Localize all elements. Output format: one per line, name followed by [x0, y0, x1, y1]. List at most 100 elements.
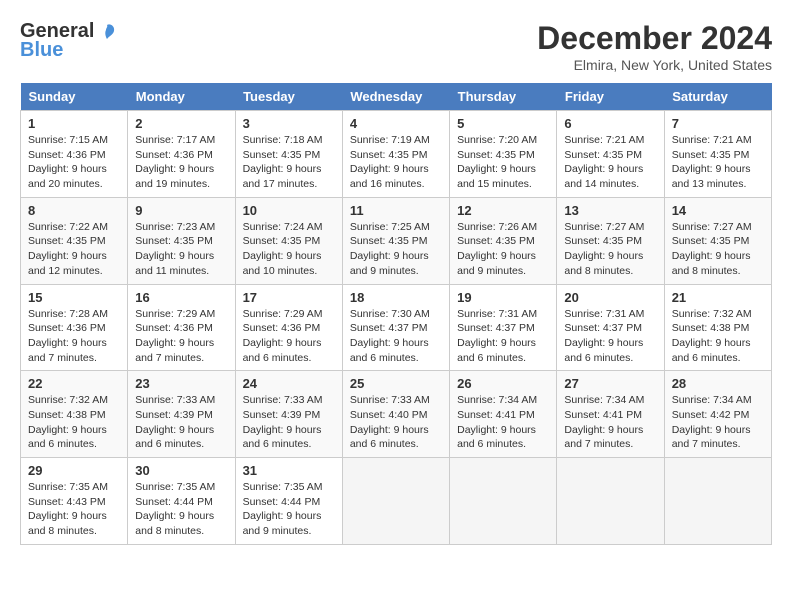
col-thursday: Thursday [450, 83, 557, 111]
day-info: Sunrise: 7:31 AM Sunset: 4:37 PM Dayligh… [564, 307, 656, 366]
day-info: Sunrise: 7:32 AM Sunset: 4:38 PM Dayligh… [28, 393, 120, 452]
calendar-cell: 27 Sunrise: 7:34 AM Sunset: 4:41 PM Dayl… [557, 371, 664, 458]
day-number: 6 [564, 116, 656, 131]
calendar-cell: 29 Sunrise: 7:35 AM Sunset: 4:43 PM Dayl… [21, 458, 128, 545]
calendar-cell: 15 Sunrise: 7:28 AM Sunset: 4:36 PM Dayl… [21, 284, 128, 371]
day-info: Sunrise: 7:28 AM Sunset: 4:36 PM Dayligh… [28, 307, 120, 366]
day-number: 20 [564, 290, 656, 305]
col-tuesday: Tuesday [235, 83, 342, 111]
day-number: 12 [457, 203, 549, 218]
col-friday: Friday [557, 83, 664, 111]
day-number: 11 [350, 203, 442, 218]
day-info: Sunrise: 7:31 AM Sunset: 4:37 PM Dayligh… [457, 307, 549, 366]
day-number: 23 [135, 376, 227, 391]
day-number: 30 [135, 463, 227, 478]
week-row-1: 1 Sunrise: 7:15 AM Sunset: 4:36 PM Dayli… [21, 111, 772, 198]
day-info: Sunrise: 7:17 AM Sunset: 4:36 PM Dayligh… [135, 133, 227, 192]
day-info: Sunrise: 7:34 AM Sunset: 4:42 PM Dayligh… [672, 393, 764, 452]
week-row-4: 22 Sunrise: 7:32 AM Sunset: 4:38 PM Dayl… [21, 371, 772, 458]
calendar-cell: 11 Sunrise: 7:25 AM Sunset: 4:35 PM Dayl… [342, 197, 449, 284]
day-info: Sunrise: 7:34 AM Sunset: 4:41 PM Dayligh… [457, 393, 549, 452]
calendar-table: Sunday Monday Tuesday Wednesday Thursday… [20, 83, 772, 545]
calendar-cell: 23 Sunrise: 7:33 AM Sunset: 4:39 PM Dayl… [128, 371, 235, 458]
day-info: Sunrise: 7:22 AM Sunset: 4:35 PM Dayligh… [28, 220, 120, 279]
day-number: 17 [243, 290, 335, 305]
day-info: Sunrise: 7:33 AM Sunset: 4:40 PM Dayligh… [350, 393, 442, 452]
day-info: Sunrise: 7:20 AM Sunset: 4:35 PM Dayligh… [457, 133, 549, 192]
day-info: Sunrise: 7:21 AM Sunset: 4:35 PM Dayligh… [672, 133, 764, 192]
calendar-cell: 28 Sunrise: 7:34 AM Sunset: 4:42 PM Dayl… [664, 371, 771, 458]
day-info: Sunrise: 7:25 AM Sunset: 4:35 PM Dayligh… [350, 220, 442, 279]
calendar-cell: 2 Sunrise: 7:17 AM Sunset: 4:36 PM Dayli… [128, 111, 235, 198]
day-number: 24 [243, 376, 335, 391]
calendar-cell [664, 458, 771, 545]
day-info: Sunrise: 7:15 AM Sunset: 4:36 PM Dayligh… [28, 133, 120, 192]
week-row-3: 15 Sunrise: 7:28 AM Sunset: 4:36 PM Dayl… [21, 284, 772, 371]
calendar-cell [450, 458, 557, 545]
logo-blue: Blue [20, 39, 63, 62]
calendar-cell [557, 458, 664, 545]
header: General Blue December 2024 Elmira, New Y… [20, 20, 772, 73]
day-number: 16 [135, 290, 227, 305]
day-number: 25 [350, 376, 442, 391]
day-number: 29 [28, 463, 120, 478]
day-number: 13 [564, 203, 656, 218]
location: Elmira, New York, United States [537, 57, 772, 73]
day-info: Sunrise: 7:29 AM Sunset: 4:36 PM Dayligh… [135, 307, 227, 366]
calendar-cell: 30 Sunrise: 7:35 AM Sunset: 4:44 PM Dayl… [128, 458, 235, 545]
calendar-cell: 12 Sunrise: 7:26 AM Sunset: 4:35 PM Dayl… [450, 197, 557, 284]
calendar-cell: 8 Sunrise: 7:22 AM Sunset: 4:35 PM Dayli… [21, 197, 128, 284]
calendar-cell: 10 Sunrise: 7:24 AM Sunset: 4:35 PM Dayl… [235, 197, 342, 284]
day-info: Sunrise: 7:34 AM Sunset: 4:41 PM Dayligh… [564, 393, 656, 452]
calendar-cell: 17 Sunrise: 7:29 AM Sunset: 4:36 PM Dayl… [235, 284, 342, 371]
calendar-cell: 31 Sunrise: 7:35 AM Sunset: 4:44 PM Dayl… [235, 458, 342, 545]
calendar-cell: 22 Sunrise: 7:32 AM Sunset: 4:38 PM Dayl… [21, 371, 128, 458]
day-info: Sunrise: 7:27 AM Sunset: 4:35 PM Dayligh… [564, 220, 656, 279]
day-info: Sunrise: 7:24 AM Sunset: 4:35 PM Dayligh… [243, 220, 335, 279]
calendar-cell: 9 Sunrise: 7:23 AM Sunset: 4:35 PM Dayli… [128, 197, 235, 284]
calendar-cell: 4 Sunrise: 7:19 AM Sunset: 4:35 PM Dayli… [342, 111, 449, 198]
calendar-cell: 21 Sunrise: 7:32 AM Sunset: 4:38 PM Dayl… [664, 284, 771, 371]
day-number: 4 [350, 116, 442, 131]
calendar-cell: 25 Sunrise: 7:33 AM Sunset: 4:40 PM Dayl… [342, 371, 449, 458]
day-number: 3 [243, 116, 335, 131]
day-number: 22 [28, 376, 120, 391]
day-number: 21 [672, 290, 764, 305]
col-saturday: Saturday [664, 83, 771, 111]
day-number: 26 [457, 376, 549, 391]
day-number: 9 [135, 203, 227, 218]
day-info: Sunrise: 7:18 AM Sunset: 4:35 PM Dayligh… [243, 133, 335, 192]
title-section: December 2024 Elmira, New York, United S… [537, 20, 772, 73]
calendar-cell: 20 Sunrise: 7:31 AM Sunset: 4:37 PM Dayl… [557, 284, 664, 371]
logo: General Blue [20, 20, 118, 62]
day-info: Sunrise: 7:19 AM Sunset: 4:35 PM Dayligh… [350, 133, 442, 192]
day-number: 19 [457, 290, 549, 305]
day-info: Sunrise: 7:33 AM Sunset: 4:39 PM Dayligh… [243, 393, 335, 452]
calendar-cell: 16 Sunrise: 7:29 AM Sunset: 4:36 PM Dayl… [128, 284, 235, 371]
calendar-cell: 18 Sunrise: 7:30 AM Sunset: 4:37 PM Dayl… [342, 284, 449, 371]
day-number: 15 [28, 290, 120, 305]
day-info: Sunrise: 7:35 AM Sunset: 4:44 PM Dayligh… [135, 480, 227, 539]
calendar-cell: 19 Sunrise: 7:31 AM Sunset: 4:37 PM Dayl… [450, 284, 557, 371]
day-info: Sunrise: 7:26 AM Sunset: 4:35 PM Dayligh… [457, 220, 549, 279]
calendar-cell: 6 Sunrise: 7:21 AM Sunset: 4:35 PM Dayli… [557, 111, 664, 198]
col-sunday: Sunday [21, 83, 128, 111]
day-info: Sunrise: 7:23 AM Sunset: 4:35 PM Dayligh… [135, 220, 227, 279]
week-row-2: 8 Sunrise: 7:22 AM Sunset: 4:35 PM Dayli… [21, 197, 772, 284]
day-info: Sunrise: 7:32 AM Sunset: 4:38 PM Dayligh… [672, 307, 764, 366]
col-monday: Monday [128, 83, 235, 111]
day-info: Sunrise: 7:29 AM Sunset: 4:36 PM Dayligh… [243, 307, 335, 366]
day-info: Sunrise: 7:35 AM Sunset: 4:44 PM Dayligh… [243, 480, 335, 539]
day-info: Sunrise: 7:35 AM Sunset: 4:43 PM Dayligh… [28, 480, 120, 539]
header-row: Sunday Monday Tuesday Wednesday Thursday… [21, 83, 772, 111]
day-info: Sunrise: 7:27 AM Sunset: 4:35 PM Dayligh… [672, 220, 764, 279]
col-wednesday: Wednesday [342, 83, 449, 111]
day-number: 27 [564, 376, 656, 391]
week-row-5: 29 Sunrise: 7:35 AM Sunset: 4:43 PM Dayl… [21, 458, 772, 545]
day-number: 7 [672, 116, 764, 131]
calendar-cell: 14 Sunrise: 7:27 AM Sunset: 4:35 PM Dayl… [664, 197, 771, 284]
day-number: 8 [28, 203, 120, 218]
calendar-cell: 26 Sunrise: 7:34 AM Sunset: 4:41 PM Dayl… [450, 371, 557, 458]
calendar-cell: 5 Sunrise: 7:20 AM Sunset: 4:35 PM Dayli… [450, 111, 557, 198]
month-title: December 2024 [537, 20, 772, 57]
